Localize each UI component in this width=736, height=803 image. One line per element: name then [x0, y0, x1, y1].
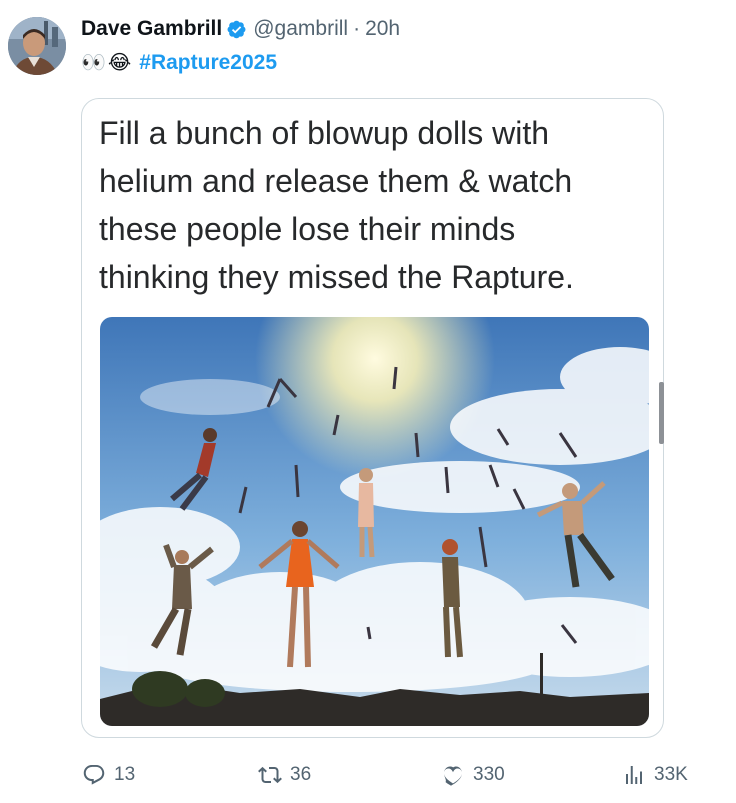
tweet-actions: 13 36 330 33K	[0, 755, 736, 795]
reply-icon	[83, 765, 105, 785]
caption-line: these people lose their minds	[99, 211, 516, 247]
media-card[interactable]: Fill a bunch of blowup dolls with helium…	[81, 98, 664, 738]
heart-icon	[444, 766, 462, 786]
views-count: 33K	[654, 764, 688, 785]
caption-line: thinking they missed the Rapture.	[99, 259, 574, 295]
reply-count: 13	[114, 764, 136, 785]
reply-button[interactable]: 13	[82, 755, 135, 795]
tweet-header: Dave Gambrill @gambrill · 20h	[81, 14, 400, 44]
repost-button[interactable]: 36	[258, 755, 311, 795]
author-handle[interactable]: @gambrill	[253, 17, 348, 41]
author-avatar[interactable]	[8, 17, 66, 75]
floating-people-image	[100, 317, 649, 726]
card-caption: Fill a bunch of blowup dolls with helium…	[99, 109, 659, 301]
rapture-photo[interactable]	[100, 317, 649, 726]
hashtag-link[interactable]: #Rapture2025	[139, 51, 277, 75]
caption-line: helium and release them & watch	[99, 163, 573, 199]
author-name[interactable]: Dave Gambrill	[81, 17, 222, 41]
laughing-emoji: 😂	[107, 52, 132, 74]
timestamp[interactable]: 20h	[365, 17, 400, 41]
like-button[interactable]: 330	[441, 755, 505, 795]
verified-badge-icon[interactable]	[226, 19, 247, 40]
caption-line: Fill a bunch of blowup dolls with	[99, 115, 550, 151]
like-count: 330	[473, 764, 505, 785]
repost-count: 36	[290, 764, 312, 785]
separator-dot: ·	[353, 17, 361, 40]
tweet-text: 👀 😂 #Rapture2025	[81, 48, 277, 78]
analytics-icon	[626, 766, 642, 784]
eyes-emoji: 👀	[81, 52, 106, 74]
repost-icon	[258, 766, 282, 784]
scrollbar-thumb[interactable]	[659, 382, 664, 444]
views-button[interactable]: 33K	[622, 755, 688, 795]
avatar-image	[8, 17, 66, 75]
